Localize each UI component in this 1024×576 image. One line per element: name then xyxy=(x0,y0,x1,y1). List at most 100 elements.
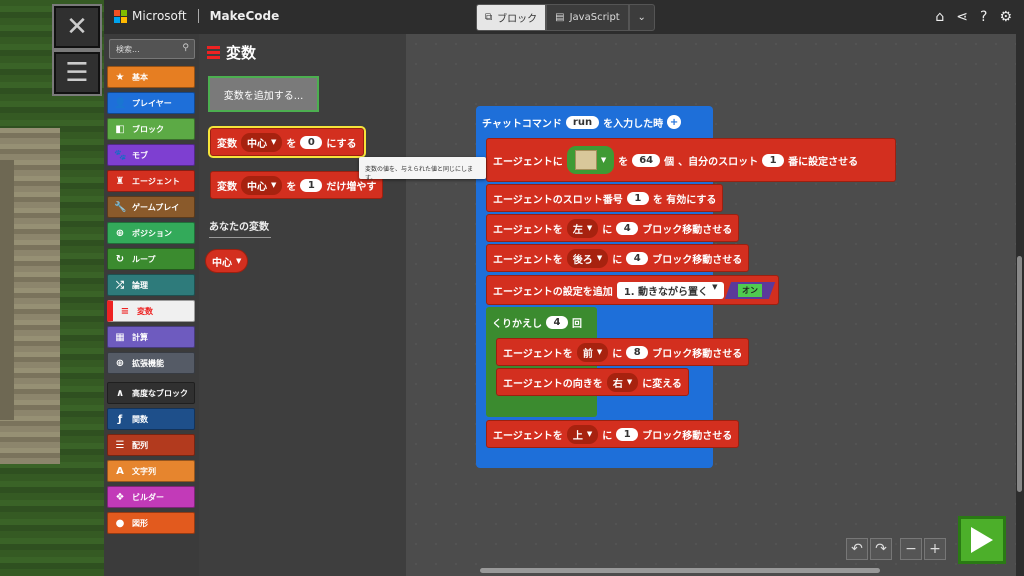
caret-down-icon: ▼ xyxy=(271,138,277,146)
dropdown-value: 右 xyxy=(612,378,623,390)
toolbox-category-8[interactable]: ⤮ 論理 xyxy=(107,274,195,296)
direction-dropdown[interactable]: 右 ▼ xyxy=(606,372,639,392)
toolbox-category-label: 配列 xyxy=(132,440,148,450)
repeat-count-input[interactable]: 4 xyxy=(546,315,568,329)
block-text: 個 xyxy=(664,156,675,168)
toolbox-category-11[interactable]: ⊕ 拡張機能 xyxy=(107,352,195,374)
toolbox-category-7[interactable]: ↻ ループ xyxy=(107,248,195,270)
toolbox-category-13[interactable]: ƒ 関数 xyxy=(107,408,195,430)
toolbox-category-label: プレイヤー xyxy=(132,98,172,108)
language-dropdown[interactable]: ⌄ xyxy=(628,4,655,31)
text-icon: A xyxy=(116,465,124,477)
block-text: エージェントを xyxy=(493,224,563,236)
value-input[interactable]: 1 xyxy=(300,178,323,192)
toolbox-category-0[interactable]: ★ 基本 xyxy=(107,66,195,88)
toggle-block[interactable]: オン xyxy=(725,281,776,299)
settings-gear-icon[interactable]: ⚙ xyxy=(999,9,1012,25)
repeat-header: くりかえし 4 回 xyxy=(486,309,588,335)
caret-down-icon: ▼ xyxy=(236,257,242,265)
add-parameter-icon[interactable]: + xyxy=(667,115,682,129)
wrench-icon: 🔧 xyxy=(114,201,127,213)
toolbox-category-label: 計算 xyxy=(132,332,148,342)
zoom-out-button[interactable]: − xyxy=(900,538,922,560)
add-variable-button[interactable]: 変数を追加する... xyxy=(208,76,319,112)
toolbox-category-17[interactable]: ● 図形 xyxy=(107,512,195,534)
dropdown-value: 後ろ xyxy=(572,254,593,266)
block-text: チャットコマンド xyxy=(482,118,562,130)
toolbox-category-9[interactable]: ≡ 変数 xyxy=(107,300,195,322)
toolbox-category-14[interactable]: ☰ 配列 xyxy=(107,434,195,456)
home-icon[interactable]: ⌂ xyxy=(935,9,944,25)
toolbox-category-3[interactable]: 🐾 モブ xyxy=(107,144,195,166)
toolbox-category-4[interactable]: ♜ エージェント xyxy=(107,170,195,192)
toolbox: 検索... ⚲ ★ 基本 👤 プレイヤー ◧ ブロック 🐾 モブ ♜ エージェント 🔧 ゲームプレイ ⊕ ポ… xyxy=(104,34,199,576)
top-bar: Microsoft MakeCode ⧉ ブロック ▤ JavaScript ⌄ ⌂… xyxy=(104,0,1024,34)
toolbox-category-6[interactable]: ⊕ ポジション xyxy=(107,222,195,244)
move-up-block[interactable]: エージェントを 上 ▼ に 1 ブロック移動させる xyxy=(486,420,740,448)
star-icon: ★ xyxy=(115,71,125,83)
distance-input[interactable]: 4 xyxy=(626,251,649,265)
item-dropdown[interactable]: ▼ xyxy=(566,146,615,174)
slot-input[interactable]: 1 xyxy=(762,153,785,167)
direction-dropdown[interactable]: 左 ▼ xyxy=(566,218,599,238)
set-slot-block[interactable]: エージェントに ▼ を 64 個 、自分のスロット 1 番に設定させる xyxy=(486,138,896,182)
toolbox-category-label: 変数 xyxy=(137,306,153,316)
toolbox-category-5[interactable]: 🔧 ゲームプレイ xyxy=(107,196,195,218)
block-text: 変数 xyxy=(217,138,237,150)
command-input[interactable]: run xyxy=(565,115,600,129)
value-input[interactable]: 0 xyxy=(300,135,323,149)
activate-slot-block[interactable]: エージェントのスロット番号 1 を 有効にする xyxy=(486,184,724,212)
toolbox-category-1[interactable]: 👤 プレイヤー xyxy=(107,92,195,114)
move-back-block[interactable]: エージェントを 後ろ ▼ に 4 ブロック移動させる xyxy=(486,244,750,272)
direction-dropdown[interactable]: 後ろ ▼ xyxy=(566,248,609,268)
direction-dropdown[interactable]: 上 ▼ xyxy=(566,424,599,444)
move-left-block[interactable]: エージェントを 左 ▼ に 4 ブロック移動させる xyxy=(486,214,740,242)
search-input[interactable]: 検索... ⚲ xyxy=(109,39,195,59)
toolbox-category-10[interactable]: ▦ 計算 xyxy=(107,326,195,348)
variable-reporter-block[interactable]: 中心 ▼ xyxy=(205,249,249,273)
block-text: 回 xyxy=(572,318,582,330)
undo-button[interactable]: ↶ xyxy=(846,538,868,560)
menu-button[interactable]: ☰ xyxy=(52,50,102,96)
move-forward-block[interactable]: エージェントを 前 ▼ に 8 ブロック移動させる xyxy=(496,338,750,366)
share-icon[interactable]: ⋖ xyxy=(956,9,968,25)
distance-input[interactable]: 4 xyxy=(616,221,639,235)
tab-blocks[interactable]: ⧉ ブロック xyxy=(476,4,547,31)
toolbox-category-15[interactable]: A 文字列 xyxy=(107,460,195,482)
block-text: エージェントに xyxy=(493,156,563,168)
toolbox-category-16[interactable]: ❖ ビルダー xyxy=(107,486,195,508)
block-text: ブロック移動させる xyxy=(652,254,743,266)
tab-javascript[interactable]: ▤ JavaScript xyxy=(546,4,629,31)
vertical-scrollbar[interactable] xyxy=(1017,256,1022,492)
array-icon: ☰ xyxy=(115,439,125,451)
help-icon[interactable]: ? xyxy=(980,9,987,25)
block-text: エージェントを xyxy=(503,348,573,360)
stone-wall-shadow xyxy=(0,160,14,420)
toolbox-category-12[interactable]: ∧ 高度なブロック xyxy=(107,382,195,404)
distance-input[interactable]: 8 xyxy=(626,345,649,359)
change-variable-block[interactable]: 変数 中心 ▼ を 1 だけ増やす xyxy=(210,171,384,199)
puzzle-icon: ⧉ xyxy=(485,12,493,23)
variable-dropdown[interactable]: 中心 ▼ xyxy=(241,132,283,152)
redo-button[interactable]: ↷ xyxy=(870,538,892,560)
turn-agent-block[interactable]: エージェントの向きを 右 ▼ に変える xyxy=(496,368,689,396)
agent-setting-block[interactable]: エージェントの設定を追加 1. 動きながら置く ▼ オン xyxy=(486,275,780,305)
run-button[interactable] xyxy=(958,516,1006,564)
distance-input[interactable]: 1 xyxy=(616,427,639,441)
toolbox-category-label: ポジション xyxy=(132,228,172,238)
count-input[interactable]: 64 xyxy=(632,153,661,167)
slot-input[interactable]: 1 xyxy=(626,191,649,205)
function-icon: ƒ xyxy=(117,413,123,425)
block-text: 変数 xyxy=(217,181,237,193)
zoom-in-button[interactable]: + xyxy=(924,538,946,560)
crosshair-icon: ⊕ xyxy=(115,227,125,239)
close-codeconnection-button[interactable]: ✕ xyxy=(52,4,102,50)
direction-dropdown[interactable]: 前 ▼ xyxy=(576,342,609,362)
variable-dropdown[interactable]: 中心 ▼ xyxy=(241,175,283,195)
caret-down-icon: ▼ xyxy=(626,378,633,386)
set-variable-block[interactable]: 変数 中心 ▼ を 0 にする xyxy=(208,126,366,158)
toolbox-category-2[interactable]: ◧ ブロック xyxy=(107,118,195,140)
setting-dropdown[interactable]: 1. 動きながら置く ▼ xyxy=(616,281,725,299)
brand: Microsoft MakeCode xyxy=(114,9,279,23)
horizontal-scrollbar[interactable] xyxy=(480,568,880,573)
